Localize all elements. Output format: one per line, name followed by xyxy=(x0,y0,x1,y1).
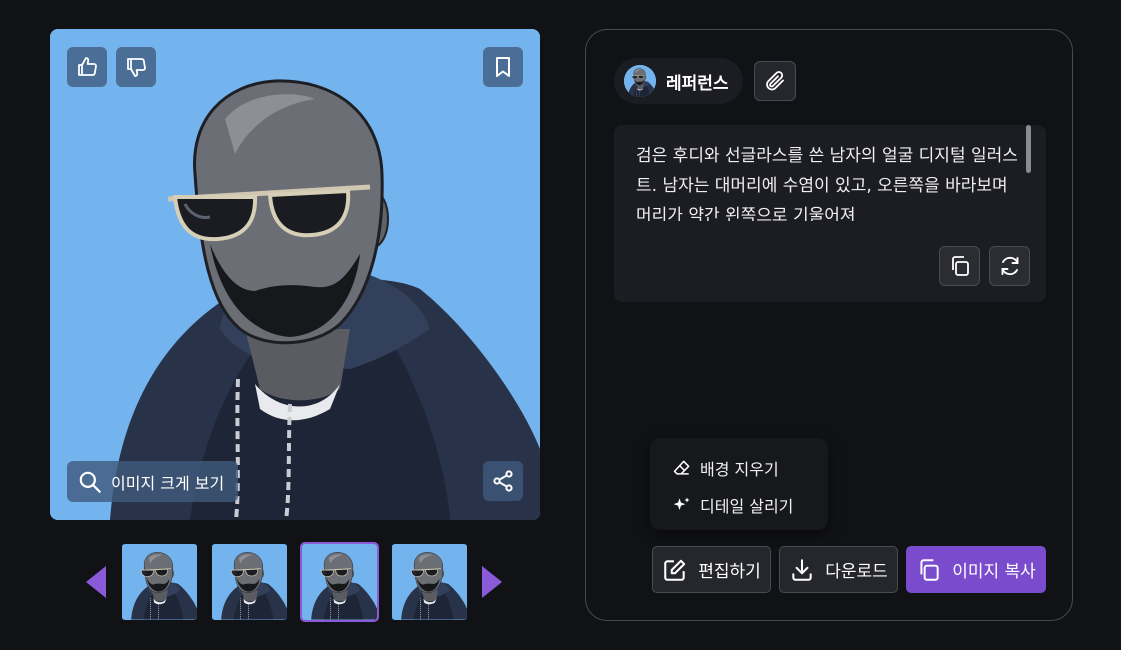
thumbnail-image xyxy=(302,544,377,620)
thumbnail-image xyxy=(122,544,197,620)
share-button[interactable] xyxy=(483,461,523,501)
edit-label: 편집하기 xyxy=(698,562,761,582)
view-larger-button[interactable]: 이미지 크게 보기 xyxy=(67,461,239,502)
dislike-button[interactable] xyxy=(116,47,156,87)
thumbnail-2[interactable] xyxy=(212,544,287,620)
thumbs-down-icon xyxy=(127,58,146,77)
thumbnail-image xyxy=(392,544,467,620)
thumbnail-3[interactable] xyxy=(300,542,379,622)
enhance-details-option[interactable]: 디테일 살리기 xyxy=(672,490,793,520)
attach-button[interactable] xyxy=(754,61,796,101)
prompt-panel: 레퍼런스 검은 후디와 선글라스를 쓴 남자의 얼굴 디지털 일러스트. 남자는… xyxy=(585,29,1073,621)
reference-label: 레퍼런스 xyxy=(666,73,729,94)
thumbnail-strip xyxy=(84,542,504,622)
share-icon xyxy=(493,470,513,492)
eraser-icon xyxy=(673,460,690,475)
next-thumbnail-arrow[interactable] xyxy=(482,566,502,598)
thumbs-up-icon xyxy=(78,57,97,76)
paperclip-icon xyxy=(766,71,784,91)
remove-background-label: 배경 지우기 xyxy=(700,460,779,479)
generated-image-card[interactable]: 이미지 크게 보기 xyxy=(50,29,540,520)
bookmark-button[interactable] xyxy=(483,47,523,87)
copy-image-button[interactable]: 이미지 복사 xyxy=(906,546,1046,593)
image-tools-menu: 배경 지우기 디테일 살리기 xyxy=(650,438,828,530)
reference-chip[interactable]: 레퍼런스 xyxy=(614,58,743,104)
bookmark-icon xyxy=(496,57,510,77)
sparkle-icon xyxy=(673,497,690,510)
like-button[interactable] xyxy=(67,47,107,87)
copy-icon xyxy=(920,558,939,581)
edit-button[interactable]: 편집하기 xyxy=(652,546,771,593)
download-button[interactable]: 다운로드 xyxy=(779,546,898,593)
reference-avatar xyxy=(624,65,656,97)
download-icon xyxy=(792,558,812,581)
thumbnail-image xyxy=(212,544,287,620)
prompt-box: 검은 후디와 선글라스를 쓴 남자의 얼굴 디지털 일러스트. 남자는 대머리에… xyxy=(614,125,1046,302)
enhance-details-label: 디테일 살리기 xyxy=(700,497,794,516)
prompt-text[interactable]: 검은 후디와 선글라스를 쓴 남자의 얼굴 디지털 일러스트. 남자는 대머리에… xyxy=(636,141,1021,221)
thumbnail-1[interactable] xyxy=(122,544,197,620)
copy-icon xyxy=(951,256,969,276)
edit-icon xyxy=(664,559,686,581)
view-larger-label: 이미지 크게 보기 xyxy=(111,473,225,493)
copy-prompt-button[interactable] xyxy=(939,246,980,286)
copy-image-label: 이미지 복사 xyxy=(952,562,1036,582)
generated-portrait-image xyxy=(50,29,540,520)
thumbnail-4[interactable] xyxy=(392,544,467,620)
prompt-scrollbar[interactable] xyxy=(1026,125,1031,173)
remove-background-option[interactable]: 배경 지우기 xyxy=(672,453,779,483)
regenerate-button[interactable] xyxy=(989,246,1030,286)
reference-thumbnail-image xyxy=(624,65,656,97)
previous-thumbnail-arrow[interactable] xyxy=(86,566,106,598)
download-label: 다운로드 xyxy=(825,562,888,582)
search-icon xyxy=(79,471,101,493)
refresh-icon xyxy=(1001,256,1018,276)
